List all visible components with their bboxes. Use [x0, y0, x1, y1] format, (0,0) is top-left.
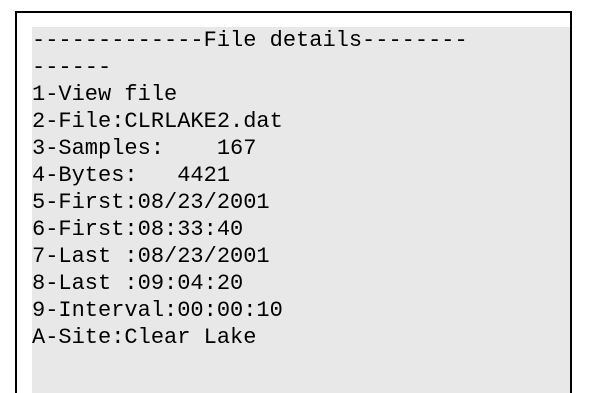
menu-item-interval[interactable]: 9-Interval:00:00:10: [32, 297, 570, 324]
header-line: -------------File details--------: [32, 28, 468, 53]
menu-item-last-date[interactable]: 7-Last :08/23/2001: [32, 243, 570, 270]
menu-item-site[interactable]: A-Site:Clear Lake: [32, 324, 570, 351]
menu-item-first-date[interactable]: 5-First:08/23/2001: [32, 189, 570, 216]
terminal-window: -------------File details-------- ------…: [15, 11, 572, 393]
menu-item-view-file[interactable]: 1-View file: [32, 81, 570, 108]
menu-item-file-name[interactable]: 2-File:CLRLAKE2.dat: [32, 108, 570, 135]
menu-item-first-time[interactable]: 6-First:08:33:40: [32, 216, 570, 243]
menu-item-samples[interactable]: 3-Samples: 167: [32, 135, 570, 162]
menu-item-last-time[interactable]: 8-Last :09:04:20: [32, 270, 570, 297]
file-details-screen: -------------File details-------- ------…: [32, 27, 570, 393]
header-line-wrap: ------: [32, 55, 112, 80]
menu-item-bytes[interactable]: 4-Bytes: 4421: [32, 162, 570, 189]
